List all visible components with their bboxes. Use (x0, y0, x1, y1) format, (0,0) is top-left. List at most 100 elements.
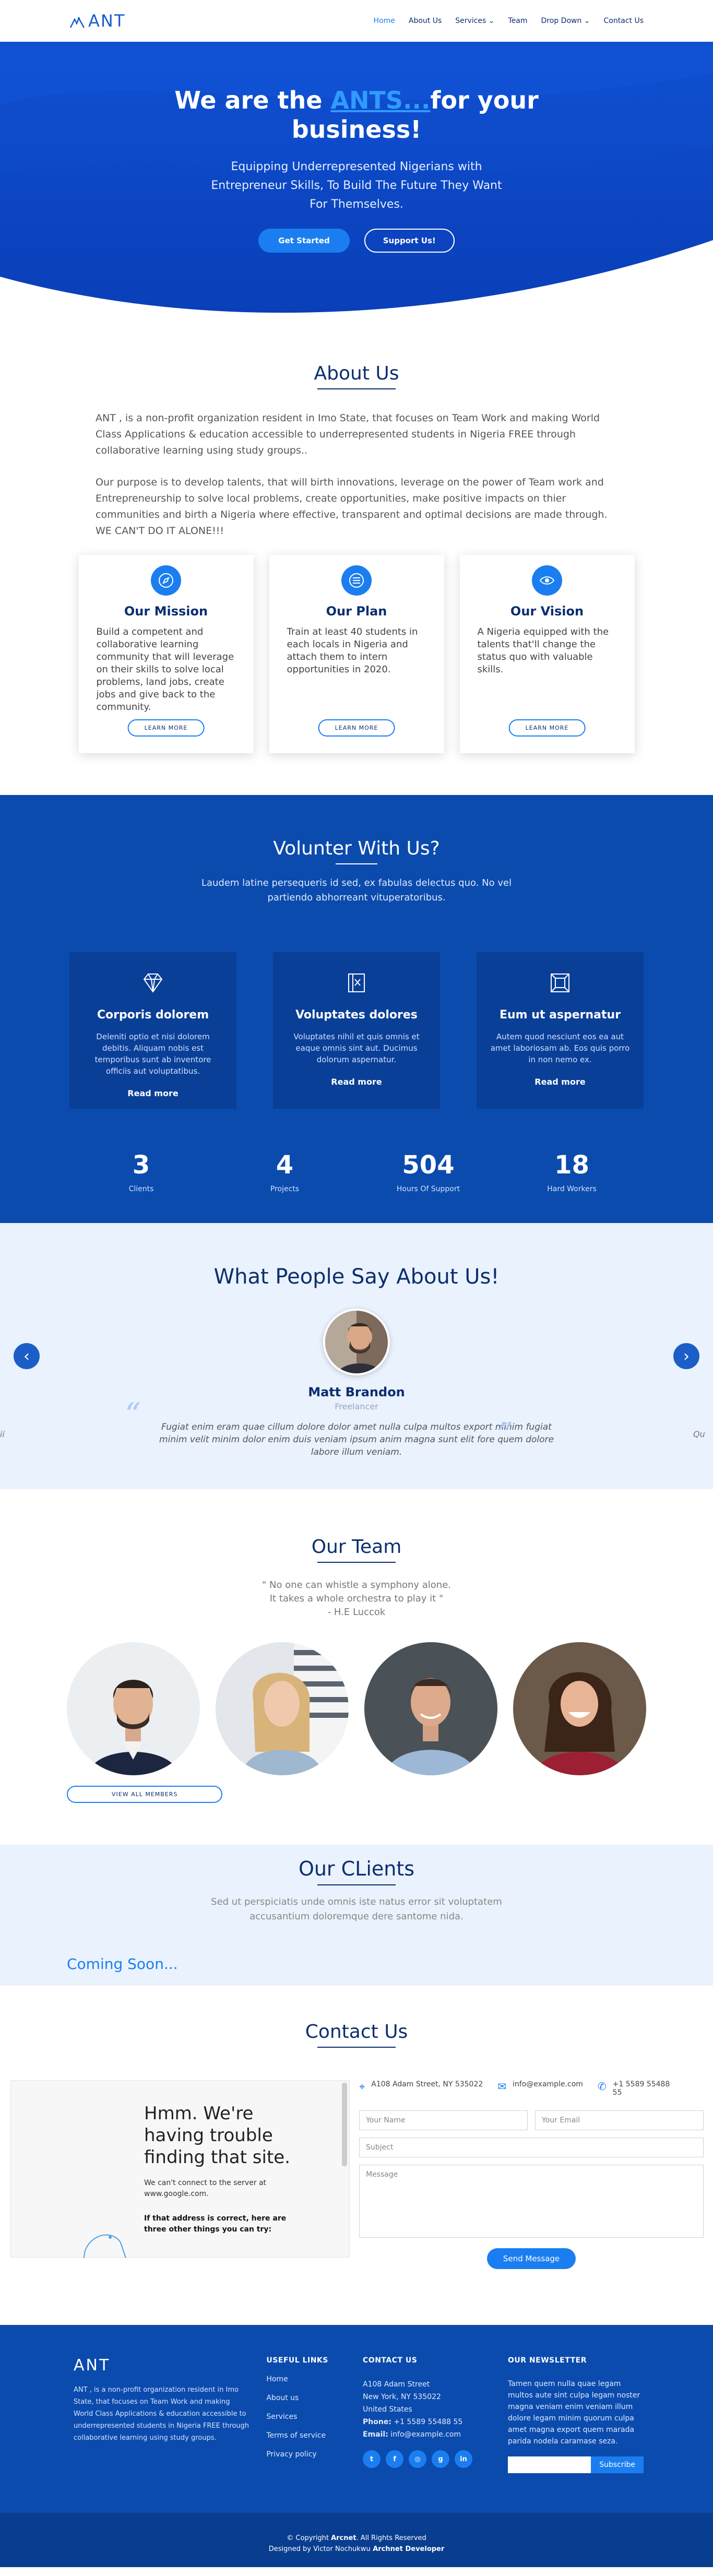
testimonial-avatar (323, 1309, 390, 1375)
prev-arrow-button[interactable]: ‹ (14, 1343, 40, 1369)
volunteer-card-title: Eum ut aspernatur (499, 1008, 621, 1022)
footer-about: ANT , is a non-profit organization resid… (74, 2386, 249, 2442)
footer-link-home[interactable]: Home (266, 2375, 363, 2383)
phone-text: +1 5589 55488 55 (612, 2080, 670, 2097)
footer-email-label: Email: (363, 2430, 388, 2439)
title-underline (317, 1884, 396, 1885)
facebook-icon[interactable]: f (386, 2450, 404, 2468)
quote-close-icon: ” (497, 1416, 513, 1453)
vision-card: Our Vision A Nigeria equipped with the t… (459, 555, 635, 753)
view-all-members-button[interactable]: VIEW ALL MEMBERS (67, 1786, 223, 1803)
subject-input[interactable]: Subject (359, 2138, 704, 2157)
book-icon (343, 970, 370, 996)
learn-more-button[interactable]: LEARN MORE (127, 719, 205, 737)
hero-title-pre: We are the (174, 86, 331, 114)
mission-card: Our Mission Build a competent and collab… (78, 555, 254, 753)
newsletter-text: Tamen quem nulla quae legam multos aute … (508, 2380, 640, 2446)
title-underline (336, 863, 377, 864)
clients-title: Our CLients (298, 1857, 415, 1880)
copyright-pre: © Copyright (287, 2534, 331, 2542)
card-title: Our Mission (124, 604, 208, 619)
nav-home[interactable]: Home (374, 17, 395, 25)
hero-subtitle: Equipping Underrepresented Nigerians wit… (211, 160, 502, 211)
footer-phone: Phone: +1 5589 55488 55 (363, 2416, 508, 2428)
logo[interactable]: ANT (69, 11, 125, 31)
designed-by-line: Designed by Victor Nochukwu Archnet Deve… (0, 2544, 713, 2555)
card-title: Our Vision (510, 604, 584, 619)
next-arrow-button[interactable]: › (673, 1343, 699, 1369)
support-us-button[interactable]: Support Us! (364, 229, 455, 253)
learn-more-button[interactable]: LEARN MORE (318, 719, 395, 737)
newsletter-email-input[interactable] (508, 2456, 591, 2473)
chevron-right-icon: › (683, 1347, 690, 1366)
read-more-link[interactable]: Read more (69, 1088, 236, 1098)
coming-soon-text: Coming Soon... (67, 1955, 178, 1973)
instagram-icon[interactable]: ◎ (409, 2450, 427, 2468)
twitter-icon[interactable]: t (363, 2450, 381, 2468)
stat-label: Hard Workers (547, 1185, 597, 1193)
map-iframe[interactable]: Hmm. We're having trouble finding that s… (10, 2080, 350, 2258)
hero-title-highlight[interactable]: ANTS... (330, 86, 430, 114)
subscribe-button[interactable]: Subscribe (591, 2456, 644, 2473)
team-quote-author: - H.E Luccok (327, 1607, 386, 1618)
quote-open-icon: “ (125, 1396, 141, 1433)
next-slide-edge-text: Qu (693, 1429, 705, 1439)
volunteer-card-title: Corporis dolorem (97, 1008, 209, 1022)
designer-name-link[interactable]: Victor Nochukwu (313, 2545, 371, 2553)
read-more-link[interactable]: Read more (477, 1077, 644, 1087)
footer-link-about[interactable]: About us (266, 2394, 363, 2402)
stat-label: Clients (128, 1185, 154, 1193)
footer-logo[interactable]: ANT (74, 2356, 266, 2375)
about-section: About Us ANT , is a non-profit organizat… (0, 313, 713, 795)
clients-subtitle: Sed ut perspiciatis unde omnis iste natu… (211, 1896, 502, 1922)
team-member-photo[interactable] (364, 1642, 497, 1775)
nav-services[interactable]: Services ⌄ (455, 17, 494, 25)
nav-about[interactable]: About Us (409, 17, 442, 25)
iframe-scrollbar[interactable] (342, 2083, 347, 2166)
plan-card: Our Plan Train at least 40 students in e… (269, 555, 444, 753)
footer-link-terms[interactable]: Terms of service (266, 2431, 363, 2440)
newsletter-title: OUR NEWSLETTER (508, 2356, 587, 2365)
ant-logo-icon (69, 14, 85, 28)
name-input[interactable]: Your Name (359, 2110, 528, 2130)
contact-title: Contact Us (305, 2021, 408, 2043)
email-text: info@example.com (513, 2080, 583, 2088)
footer-link-services[interactable]: Services (266, 2413, 363, 2421)
team-member-photo[interactable] (513, 1642, 646, 1775)
title-underline (317, 2047, 396, 2048)
footer-email: Email: info@example.com (363, 2428, 508, 2441)
send-message-button[interactable]: Send Message (487, 2248, 576, 2269)
card-text: Build a competent and collaborative lear… (96, 626, 234, 713)
volunteer-card: Voluptates dolores Voluptates nihil et q… (273, 952, 440, 1109)
about-paragraph-1: ANT , is a non-profit organization resid… (96, 412, 600, 456)
stat-label: Hours Of Support (396, 1185, 460, 1193)
linkedin-icon[interactable]: in (455, 2450, 473, 2468)
nav-dropdown[interactable]: Drop Down ⌄ (541, 17, 590, 25)
email-input[interactable]: Your Email (535, 2110, 704, 2130)
team-member-photo[interactable] (216, 1642, 349, 1775)
chevron-left-icon: ‹ (23, 1347, 30, 1366)
eye-icon (532, 565, 562, 596)
card-text: A Nigeria equipped with the talents that… (477, 626, 609, 675)
footer-link-privacy[interactable]: Privacy policy (266, 2450, 363, 2459)
nav-contact[interactable]: Contact Us (604, 17, 644, 25)
volunteer-section: Volunter With Us? Laudem latine perseque… (0, 795, 713, 1223)
message-textarea[interactable]: Message (359, 2165, 704, 2238)
nav-team[interactable]: Team (508, 17, 528, 25)
volunteer-card: Corporis dolorem Deleniti optio et nisi … (69, 952, 236, 1109)
clients-section: Our CLients Sed ut perspiciatis unde omn… (0, 1845, 713, 1986)
title-underline (317, 388, 396, 389)
team-member-photo[interactable] (67, 1642, 200, 1775)
learn-more-button[interactable]: LEARN MORE (508, 719, 586, 737)
copyright-line: © Copyright Arcnet. All Rights Reserved (0, 2533, 713, 2544)
diamond-icon (140, 970, 166, 996)
stat-workers: 18 Hard Workers (500, 1150, 644, 1193)
contact-form: ⌖ A108 Adam Street, NY 535022 ✉ info@examp… (359, 2080, 704, 2269)
volunteer-subtitle: Laudem latine persequeris id sed, ex fab… (201, 877, 512, 903)
phone-icon: ✆ (597, 2080, 607, 2093)
get-started-button[interactable]: Get Started (258, 229, 350, 253)
read-more-link[interactable]: Read more (273, 1077, 440, 1087)
team-quote: " No one can whistle a symphony alone. I… (0, 1578, 713, 1619)
google-plus-icon[interactable]: g (432, 2450, 450, 2468)
iframe-error-hint: If that address is correct, here are thr… (144, 2214, 287, 2234)
